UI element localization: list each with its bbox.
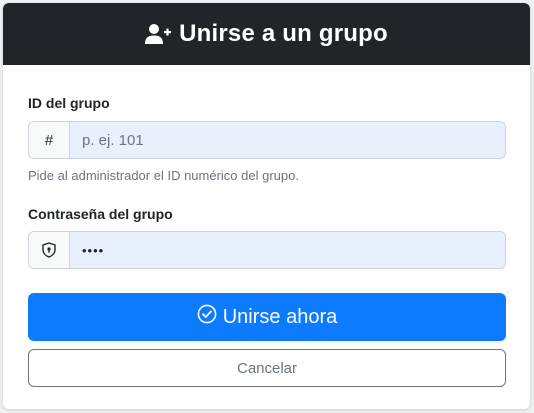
check-circle-icon <box>197 304 217 330</box>
group-id-input-group: # <box>28 121 506 159</box>
group-id-help-text: Pide al administrador el ID numérico del… <box>28 168 299 183</box>
user-plus-icon <box>145 23 172 45</box>
join-group-dialog: Unirse a un grupo ID del grupo # Pide al… <box>3 3 530 409</box>
join-now-label: Unirse ahora <box>222 305 338 328</box>
cancel-label: Cancelar <box>236 359 298 377</box>
shield-lock-icon <box>29 232 70 268</box>
join-now-button[interactable]: Unirse ahora <box>28 293 506 341</box>
password-input[interactable] <box>70 232 505 268</box>
cancel-button[interactable]: Cancelar <box>28 349 506 387</box>
password-input-group <box>28 231 506 269</box>
dialog-header: Unirse a un grupo <box>3 3 530 65</box>
group-id-label: ID del grupo <box>28 95 110 111</box>
hash-prefix: # <box>29 122 70 158</box>
group-id-input[interactable] <box>70 122 505 158</box>
password-label: Contraseña del grupo <box>28 206 173 222</box>
dialog-title: Unirse a un grupo <box>179 20 388 47</box>
